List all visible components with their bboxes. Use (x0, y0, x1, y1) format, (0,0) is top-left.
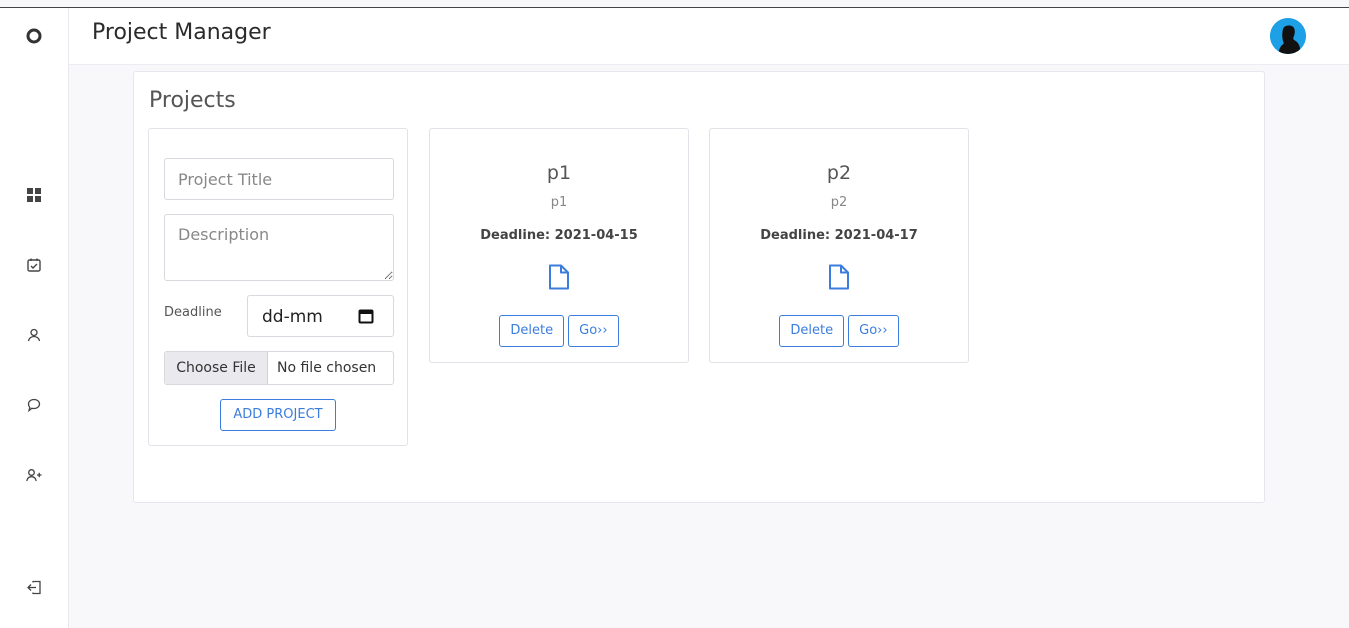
project-deadline: Deadline: 2021-04-15 (480, 228, 638, 243)
dashboard-icon[interactable] (22, 183, 46, 207)
tasks-icon[interactable] (22, 253, 46, 277)
go-button[interactable]: Go›› (568, 315, 619, 347)
project-card: p1 p1 Deadline: 2021-04-15 Delete Go›› (429, 128, 689, 363)
file-status-text: No file chosen (277, 360, 377, 376)
project-title-input[interactable] (164, 158, 394, 200)
logout-icon[interactable] (22, 575, 46, 599)
card-actions: Delete Go›› (430, 315, 688, 347)
calendar-icon[interactable] (358, 308, 374, 324)
delete-button[interactable]: Delete (499, 315, 565, 347)
file-icon[interactable] (828, 264, 850, 290)
user-icon[interactable] (22, 323, 46, 347)
deadline-date-value: dd-mm (262, 307, 323, 327)
chat-icon[interactable] (22, 393, 46, 417)
app-title: Project Manager (92, 20, 271, 45)
project-card: p2 p2 Deadline: 2021-04-17 Delete Go›› (709, 128, 969, 363)
delete-button[interactable]: Delete (779, 315, 845, 347)
project-title: p2 (826, 162, 852, 184)
deadline-label: Deadline (164, 305, 222, 320)
project-description: p2 (830, 195, 848, 210)
description-input[interactable] (164, 214, 394, 281)
add-user-icon[interactable] (22, 463, 46, 487)
card-actions: Delete Go›› (710, 315, 968, 347)
file-icon[interactable] (548, 264, 570, 290)
avatar-silhouette-icon (1270, 18, 1306, 54)
project-title: p1 (546, 162, 572, 184)
deadline-date-input[interactable]: dd-mm (247, 295, 394, 337)
add-project-form: Deadline dd-mm Choose File No file chose… (148, 128, 408, 446)
file-input[interactable]: Choose File No file chosen (164, 351, 394, 385)
sidebar (0, 8, 69, 628)
user-avatar[interactable] (1270, 18, 1306, 54)
choose-file-button[interactable]: Choose File (165, 352, 268, 384)
project-deadline: Deadline: 2021-04-17 (760, 228, 918, 243)
project-description: p1 (550, 195, 568, 210)
page-title: Projects (149, 88, 236, 113)
projects-panel: Projects Deadline dd-mm Choose File No f… (133, 71, 1265, 503)
add-project-button[interactable]: ADD PROJECT (220, 399, 336, 431)
top-header: Project Manager (69, 8, 1349, 65)
logo-icon[interactable] (22, 24, 46, 48)
go-button[interactable]: Go›› (848, 315, 899, 347)
